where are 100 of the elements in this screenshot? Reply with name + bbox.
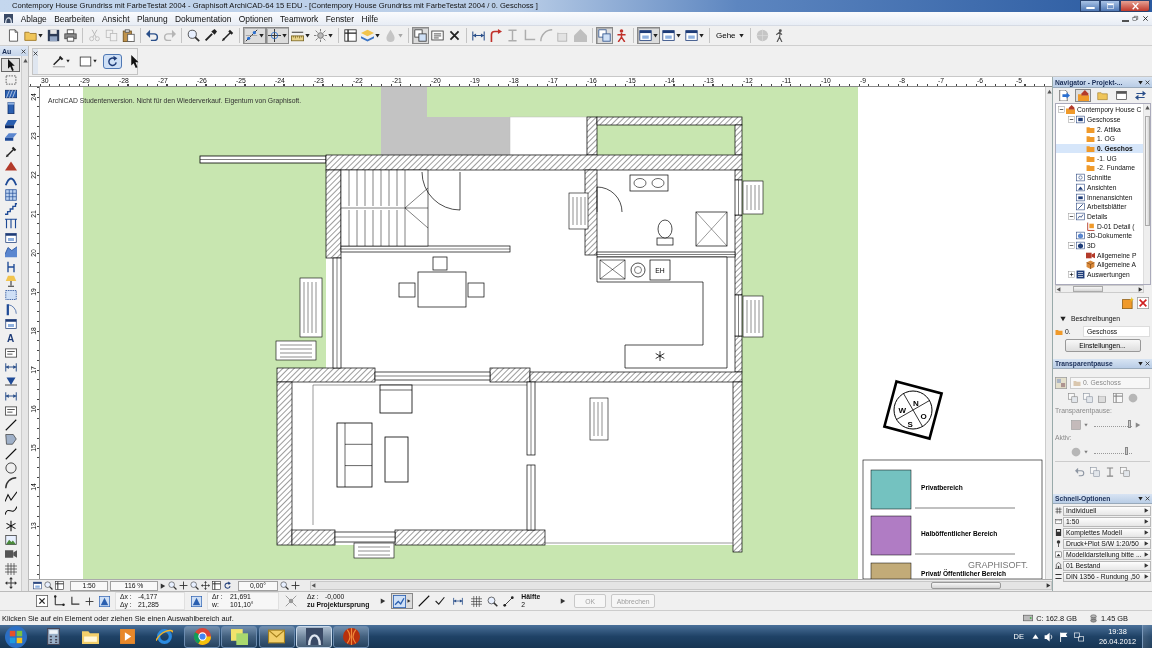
- menu-item[interactable]: Hilfe: [357, 13, 382, 24]
- shower-tray: [695, 211, 728, 247]
- maximize-button[interactable]: [1100, 0, 1120, 12]
- ruler-icon: [1055, 518, 1062, 525]
- folder-icon: [1055, 327, 1063, 336]
- drive-icon: [1023, 613, 1034, 623]
- caret-icon: [1138, 361, 1143, 366]
- vertical-scrollbar[interactable]: [1143, 104, 1150, 284]
- toolbar-button[interactable]: [144, 27, 161, 44]
- close-icon: [1145, 79, 1150, 85]
- up-arrow-icon: [1032, 633, 1039, 640]
- caret-icon: [66, 59, 70, 63]
- horizontal-scrollbar[interactable]: [310, 581, 1052, 590]
- navigator-view-button[interactable]: [1075, 89, 1091, 102]
- start-icon: [5, 625, 27, 648]
- caret-icon: [398, 33, 403, 38]
- go-to-menu[interactable]: Gehe: [713, 27, 747, 44]
- tool-button[interactable]: A: [1, 331, 20, 346]
- scrollbar-thumb[interactable]: [931, 582, 1001, 589]
- triangle-button-icon: [191, 595, 202, 607]
- dimension-icon: [4, 361, 17, 374]
- menu-item[interactable]: Optionen: [235, 13, 277, 24]
- window-icon: [639, 29, 652, 42]
- framed-triangle-icon: [1055, 551, 1062, 558]
- text-box-icon: [4, 347, 17, 359]
- clipboard-icon: [122, 29, 135, 42]
- compass-letter: S: [907, 419, 913, 429]
- grid-icon: [4, 562, 17, 575]
- menu-item[interactable]: Teamwork: [276, 13, 322, 24]
- taskbar-button[interactable]: [184, 625, 221, 648]
- graph-line-icon: [393, 594, 407, 608]
- close-button[interactable]: [1120, 0, 1150, 12]
- toolbar-button[interactable]: [660, 27, 683, 44]
- cross-icon: [448, 29, 461, 42]
- ring-icon: [156, 628, 174, 645]
- grid-icon: [471, 595, 483, 607]
- eyedropper-icon: [204, 29, 217, 42]
- info-box-button[interactable]: [103, 53, 122, 69]
- redo-icon: [163, 29, 176, 42]
- toolbar-button[interactable]: [219, 27, 236, 44]
- rotate-arrow-icon: [223, 581, 232, 590]
- line-icon: [4, 447, 17, 460]
- menu-item[interactable]: Ablage: [17, 13, 51, 24]
- menu-item[interactable]: Bearbeiten: [50, 13, 99, 24]
- scrollbar-thumb[interactable]: [1144, 116, 1150, 226]
- panel-grip[interactable]: [33, 48, 38, 74]
- show-desktop-button[interactable]: [1142, 625, 1152, 648]
- frame-icon: [344, 29, 357, 42]
- zone-stamp: [589, 397, 609, 441]
- magnifier-icon: [168, 581, 177, 590]
- zone-stamp: [299, 277, 323, 338]
- active-slider[interactable]: [1094, 449, 1132, 454]
- toolbar-button[interactable]: [62, 27, 79, 44]
- navigator-view-button[interactable]: [1132, 89, 1148, 102]
- navigator-view-button[interactable]: [1056, 89, 1072, 102]
- list-icon: [1076, 270, 1085, 280]
- notes-icon: [231, 628, 248, 645]
- toolbar-button[interactable]: [243, 27, 266, 44]
- menu-item[interactable]: Dokumentation: [171, 13, 236, 24]
- navigator-view-button[interactable]: [1113, 89, 1129, 102]
- caret-icon: [676, 33, 681, 38]
- close-icon: [1145, 496, 1150, 501]
- menu-item[interactable]: Planung: [133, 13, 172, 24]
- toolbar-button[interactable]: [342, 27, 359, 44]
- crosshair-icon: [268, 29, 281, 42]
- fill-polygon-icon: [4, 433, 17, 446]
- minimize-button[interactable]: [1080, 0, 1100, 12]
- sparkle-square-icon: [1122, 296, 1134, 309]
- horizontal-scrollbar[interactable]: [1055, 285, 1144, 293]
- lamp-icon: [4, 275, 17, 288]
- caret-icon: [738, 33, 744, 38]
- taskbar-button[interactable]: [258, 625, 295, 648]
- toolbox-scrollbar[interactable]: [21, 56, 28, 591]
- scrollbar-thumb[interactable]: [1073, 286, 1103, 292]
- tool-button[interactable]: [1, 58, 20, 73]
- toolbar-button[interactable]: [266, 27, 289, 44]
- line-icon: [418, 595, 431, 607]
- toolbar-button[interactable]: [202, 27, 219, 44]
- vertical-scrollbar[interactable]: [1045, 87, 1052, 579]
- caret-icon: [93, 59, 97, 63]
- taskbar-button[interactable]: [221, 625, 258, 648]
- toolbar-button[interactable]: [683, 27, 706, 44]
- move-arrows-icon: [201, 581, 210, 590]
- toolbar-button[interactable]: [637, 27, 660, 44]
- dining-table: [417, 271, 467, 308]
- maximize-icon: [1105, 1, 1115, 11]
- scissors-icon: [88, 29, 101, 42]
- window-icon: [4, 231, 17, 244]
- triangle-button-icon: [99, 595, 110, 607]
- delete-icon: [1137, 296, 1149, 309]
- menu-item[interactable]: Ansicht: [98, 13, 134, 24]
- compass-letter: W: [898, 406, 907, 416]
- snap-button[interactable]: [391, 593, 414, 609]
- play-icon: [119, 628, 137, 645]
- toolbar-button[interactable]: [45, 27, 62, 44]
- menu-item[interactable]: Fenster: [321, 13, 358, 24]
- dot-icon: [1127, 392, 1138, 403]
- opacity-slider[interactable]: [1094, 422, 1132, 427]
- dimension-icon: [4, 390, 17, 403]
- plus-icon: [291, 581, 300, 590]
